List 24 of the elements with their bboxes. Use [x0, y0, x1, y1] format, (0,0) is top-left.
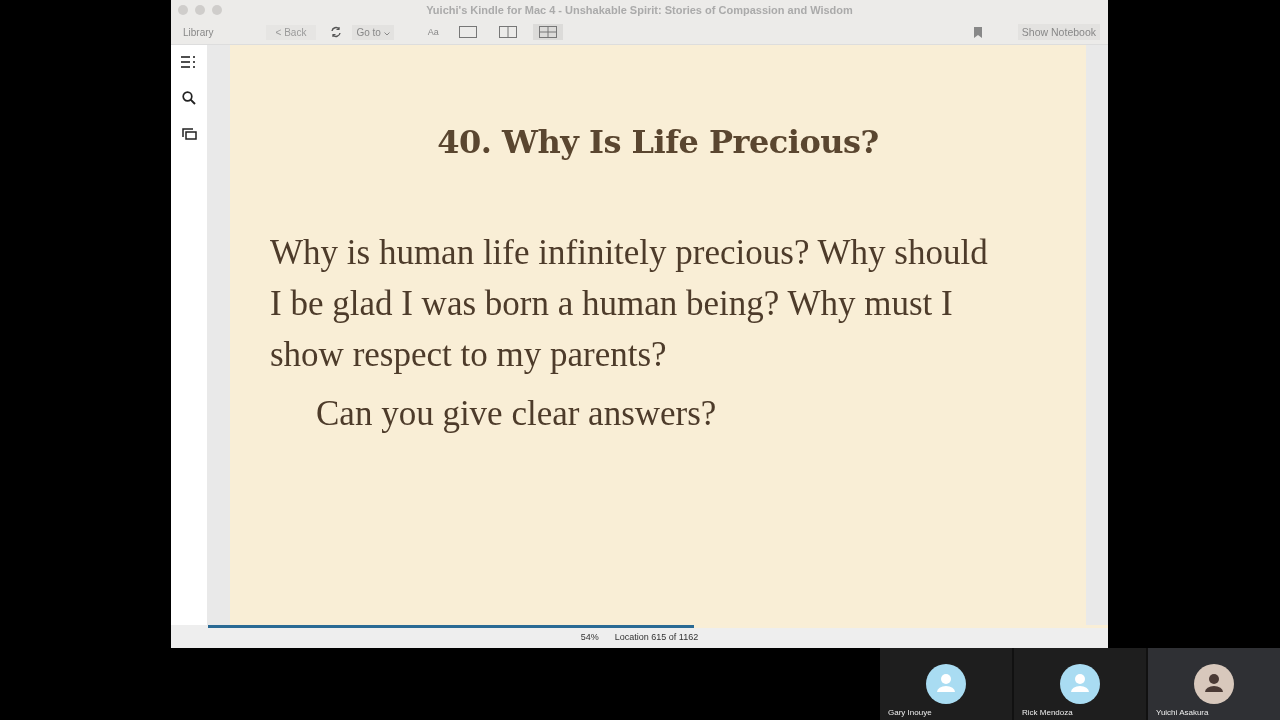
- participant-name: Yuichi Asakura: [1156, 708, 1209, 717]
- avatar-icon: [1194, 664, 1234, 704]
- percent-read: 54%: [580, 631, 599, 642]
- book-paragraph: Can you give clear answers?: [315, 393, 718, 435]
- library-button[interactable]: Library: [179, 24, 218, 40]
- grid-view-icon[interactable]: [532, 24, 563, 40]
- flashcards-icon[interactable]: [181, 128, 197, 140]
- contents-icon[interactable]: [181, 56, 197, 68]
- participant-name: Gary Inouye: [888, 708, 932, 717]
- chapter-heading: 40. Why Is Life Precious?: [436, 123, 880, 161]
- go-to-dropdown[interactable]: Go to: [352, 24, 394, 40]
- sync-icon[interactable]: [330, 26, 343, 38]
- book-paragraph: Why is human life infinitely precious? Why should I be glad I was born a human being? Why must I show respect to my parents?: [270, 232, 989, 376]
- participant-name: Rick Mendoza: [1022, 708, 1073, 717]
- location-text: Location 615 of 1162: [614, 631, 699, 642]
- chevron-down-icon: [383, 31, 390, 36]
- font-button[interactable]: Aa: [423, 25, 443, 39]
- bookmark-icon[interactable]: [973, 26, 982, 38]
- window-title: Yuichi's Kindle for Mac 4 - Unshakable Spirit: Stories of Compassion and Wisdom: [425, 4, 854, 16]
- avatar-icon: [926, 664, 966, 704]
- back-button[interactable]: < Back: [265, 24, 317, 40]
- search-icon[interactable]: [182, 91, 196, 105]
- show-notebook-button[interactable]: Show Notebook: [1017, 24, 1100, 40]
- avatar-icon: [1060, 664, 1100, 704]
